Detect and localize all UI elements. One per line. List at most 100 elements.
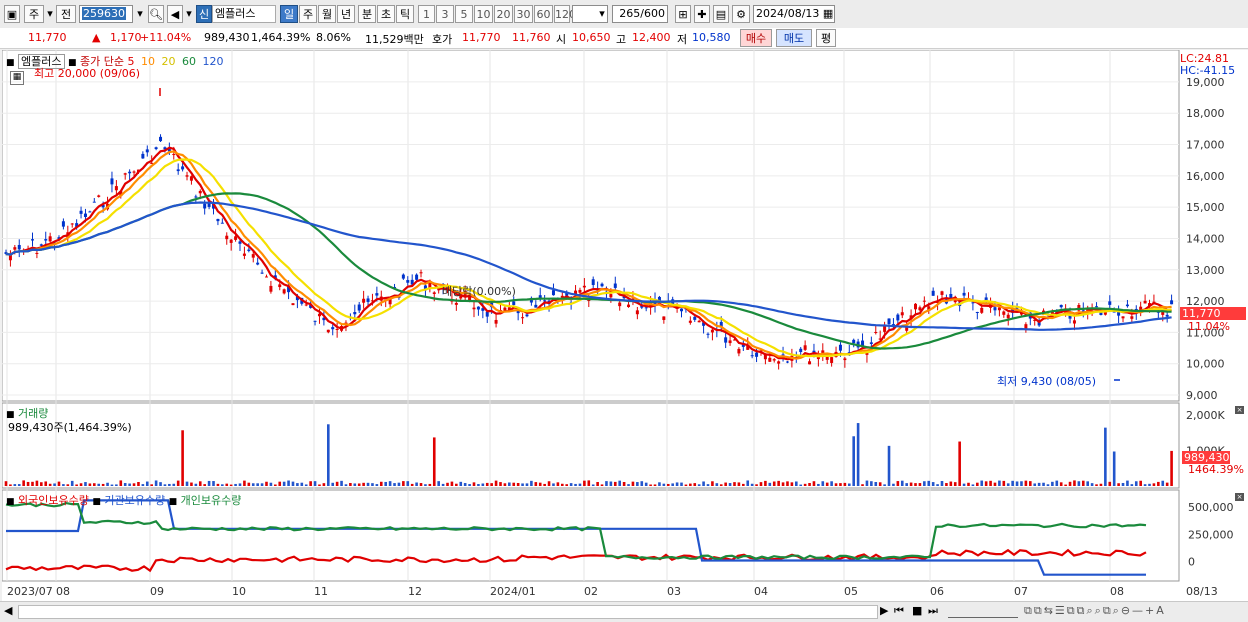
buy-button[interactable]: 매수 <box>740 29 772 47</box>
scroll-track[interactable] <box>18 605 878 619</box>
volume-bar <box>953 482 957 486</box>
volume-bar <box>247 482 251 486</box>
tools-icons[interactable]: ⧉⧉⇆☰⧉⧉⌕⌕⧉⌕⊖—+A <box>1024 604 1166 618</box>
scroll-left-icon[interactable]: ◀ <box>4 604 12 617</box>
period-month[interactable]: 월 <box>318 5 336 23</box>
chart-area[interactable]: 2023/07 08 09 10 11 12 2024/01 02 03 04 05 06 07 08 08… <box>1 49 1248 602</box>
x-tick-label: 02 <box>584 585 598 598</box>
holdings-line <box>5 501 1147 560</box>
period-label: 주 <box>302 8 314 21</box>
volume-bar <box>203 484 206 486</box>
volume-pct: 1,464.39% <box>251 31 311 44</box>
volume-bar <box>706 484 710 486</box>
candle-body <box>88 211 92 213</box>
period-day[interactable]: 일 <box>280 5 298 23</box>
candle-type-icon[interactable]: ⊞ <box>675 5 691 23</box>
volume-bar <box>296 483 299 486</box>
volume-bar <box>812 481 816 486</box>
zoom-slider[interactable] <box>948 605 1018 618</box>
institution-holdings-label[interactable]: 기관보유수량 <box>104 494 165 507</box>
candle-body <box>1006 314 1010 319</box>
prev-button[interactable]: 전 <box>56 5 76 23</box>
candle-body <box>1121 316 1125 319</box>
volume-bar <box>48 483 52 486</box>
close-panel-icon[interactable]: × <box>1235 493 1244 501</box>
candle-body <box>247 249 251 251</box>
sound-icon[interactable]: ◀ <box>167 5 183 23</box>
interval-5[interactable]: 5 <box>455 5 473 23</box>
foreign-holdings-label[interactable]: 외국인보유수량 <box>18 494 89 507</box>
interval-20[interactable]: 20 <box>494 5 513 23</box>
candle-body <box>494 319 498 324</box>
volume-bar <box>353 483 357 486</box>
interval-dropdown-icon[interactable]: ▾ <box>596 5 608 23</box>
candle-body <box>13 247 17 250</box>
candle-body <box>79 210 83 214</box>
volume-bar <box>185 481 189 486</box>
candle-body <box>35 252 39 254</box>
period-second[interactable]: 초 <box>377 5 395 23</box>
candle-body <box>680 308 684 312</box>
close-panel-icon[interactable]: × <box>1235 406 1244 414</box>
period-tick[interactable]: 틱 <box>396 5 414 23</box>
volume-layer <box>4 423 1173 486</box>
period-week[interactable]: 주 <box>299 5 317 23</box>
date-field[interactable]: 2024/08/13 ▦ <box>753 5 835 23</box>
stock-chart[interactable]: 2023/07 08 09 10 11 12 2024/01 02 03 04 05 06 07 08 08… <box>1 49 1248 602</box>
search-icon[interactable]: 🔍︎ <box>148 5 164 23</box>
ma120-label[interactable]: 120 <box>203 55 224 68</box>
interval-label: 10 <box>476 8 491 21</box>
code-dropdown-icon[interactable]: ▾ <box>134 5 146 23</box>
volume-bar <box>181 430 184 486</box>
volume-bar <box>331 482 335 486</box>
save-icon[interactable]: ▤ <box>713 5 729 23</box>
sound-dropdown-icon[interactable]: ▾ <box>185 5 193 23</box>
interval-30[interactable]: 30 <box>514 5 533 23</box>
crosshair-icon[interactable]: ✚ <box>694 5 710 23</box>
volume-bar <box>927 480 931 486</box>
volume-bar <box>1121 482 1125 486</box>
stop-icon[interactable]: ■ <box>912 604 922 617</box>
volume-bar <box>362 482 365 486</box>
settings-icon[interactable]: ⚙ <box>732 5 750 23</box>
x-tick-label: 12 <box>408 585 422 598</box>
volume-pct-tag: 1464.39% <box>1188 463 1244 476</box>
volume-bar <box>768 482 772 486</box>
ma60-label[interactable]: 60 <box>182 55 196 68</box>
volume-panel-frame <box>1 402 1180 489</box>
table-toggle-icon[interactable]: ▦ <box>10 71 24 85</box>
candle-body <box>260 272 264 274</box>
window-icon[interactable]: ▣ <box>4 5 20 23</box>
ma20-label[interactable]: 20 <box>162 55 176 68</box>
period-year[interactable]: 년 <box>337 5 355 23</box>
interval-10[interactable]: 10 <box>474 5 493 23</box>
ma10-label[interactable]: 10 <box>141 55 155 68</box>
volume-bar <box>128 483 131 486</box>
interval-120[interactable]: 120 <box>554 5 576 23</box>
scroll-right-icon[interactable]: ▶ <box>880 604 888 617</box>
individual-holdings-label[interactable]: 개인보유수량 <box>181 494 242 507</box>
volume-bar <box>379 481 383 486</box>
interval-1[interactable]: 1 <box>418 5 435 23</box>
interval-60[interactable]: 60 <box>534 5 553 23</box>
market-dropdown-icon[interactable]: ▾ <box>46 5 54 23</box>
volume-bar <box>618 480 621 486</box>
count-field[interactable]: 265/600 <box>612 5 668 23</box>
eval-button[interactable]: 평 <box>816 29 836 47</box>
candle-body <box>1143 300 1147 304</box>
volume-bar <box>260 483 264 486</box>
code-input[interactable]: 259630 <box>79 5 133 23</box>
price-tick-label: 15,000 <box>1186 201 1225 214</box>
volume-bar <box>649 484 652 486</box>
candle-body <box>1059 304 1063 308</box>
last-icon[interactable]: ⏭ <box>928 604 938 618</box>
candle-body <box>838 344 842 351</box>
market-select[interactable]: 주 <box>24 5 44 23</box>
candle-body <box>962 292 966 296</box>
candle-body <box>97 195 101 197</box>
period-minute[interactable]: 분 <box>358 5 376 23</box>
first-icon[interactable]: ⏮ <box>894 604 904 618</box>
sell-button[interactable]: 매도 <box>776 29 812 47</box>
interval-3[interactable]: 3 <box>436 5 454 23</box>
calendar-icon[interactable]: ▦ <box>823 7 833 20</box>
